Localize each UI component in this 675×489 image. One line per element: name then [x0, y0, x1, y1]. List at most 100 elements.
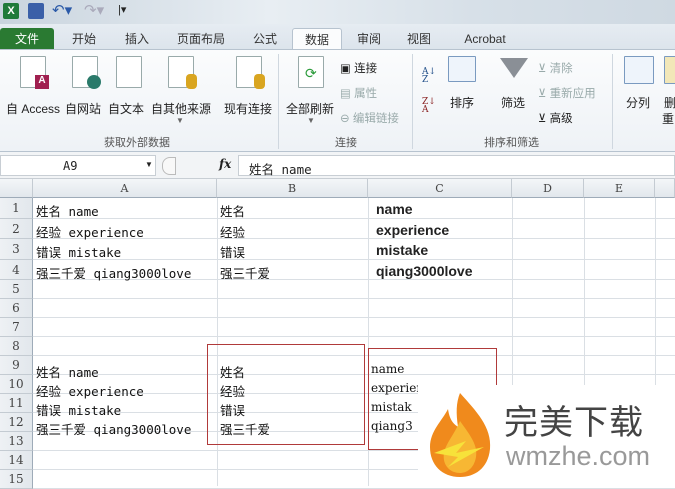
cell-a10[interactable]: 经验 experience [36, 381, 144, 400]
properties-button[interactable]: ▤ 属性 [340, 85, 377, 101]
splitter-handle[interactable] [162, 157, 176, 175]
cell-c1[interactable]: name [376, 201, 413, 217]
redo-icon[interactable]: ↷▾ [84, 1, 104, 19]
properties-label: 属性 [354, 88, 378, 100]
clear-button[interactable]: ⊻ 清除 [538, 60, 573, 76]
row-header-4[interactable]: 4 [0, 259, 33, 280]
existing-connection-icon [236, 56, 265, 89]
remove-duplicates-label: 重 [662, 112, 675, 126]
column-header-d[interactable]: D [512, 179, 584, 198]
row-header-1[interactable]: 1 [0, 198, 33, 219]
refresh-icon: ⟳ [298, 56, 324, 88]
row-header-12[interactable]: 12 [0, 413, 33, 432]
row-header-13[interactable]: 13 [0, 432, 33, 451]
name-box-value: A9 [63, 159, 78, 173]
cell-a2[interactable]: 经验 experience [36, 222, 144, 241]
cell-a3[interactable]: 错误 mistake [36, 242, 121, 261]
sort-a-z-icon[interactable]: A↓ Z [422, 68, 436, 85]
row-header-14[interactable]: 14 [0, 451, 33, 470]
cell-c3[interactable]: mistake [376, 242, 428, 258]
cell-b2[interactable]: 经验 [220, 222, 245, 241]
row-header-8[interactable]: 8 [0, 337, 33, 356]
customize-icon[interactable]: |▾ [118, 3, 126, 16]
fx-icon[interactable]: fx [219, 157, 231, 171]
row-header-6[interactable]: 6 [0, 299, 33, 318]
link-icon: ⊖ [340, 113, 350, 125]
column-header-c[interactable]: C [368, 179, 512, 198]
remove-duplicates-button[interactable]: 删 [664, 94, 675, 111]
tab-home[interactable]: 开始 [62, 28, 106, 50]
undo-icon[interactable]: ↶▾ [52, 1, 72, 19]
tab-data[interactable]: 数据 [292, 28, 342, 50]
excel-icon: X [3, 3, 19, 19]
formula-value: 姓名 name [249, 162, 312, 177]
from-web-button[interactable]: 自网站 [65, 100, 101, 117]
clear-filter-icon: ⊻ [538, 63, 547, 75]
gridline [33, 317, 675, 318]
advanced-button[interactable]: ⊻ 高级 [538, 110, 573, 126]
save-icon[interactable] [28, 3, 44, 19]
filter-button[interactable]: 筛选 [501, 94, 525, 111]
cell-c4[interactable]: qiang3000love [376, 263, 473, 279]
cell-a11[interactable]: 错误 mistake [36, 400, 121, 419]
advanced-filter-icon: ⊻ [538, 113, 547, 125]
advanced-label: 高级 [549, 113, 573, 125]
tab-formulas[interactable]: 公式 [244, 28, 286, 50]
column-header-f[interactable] [655, 179, 675, 198]
connections-button[interactable]: ▣ 连接 [340, 60, 377, 76]
cell-b1[interactable]: 姓名 [220, 201, 245, 220]
cell-a1[interactable]: 姓名 name [36, 201, 99, 220]
formula-bar: A9 ▼ fx 姓名 name [0, 152, 675, 179]
row-header-5[interactable]: 5 [0, 280, 33, 299]
refresh-all-button[interactable]: 全部刷新 [286, 100, 334, 117]
row-header-9[interactable]: 9 [0, 356, 33, 375]
column-header-e[interactable]: E [584, 179, 655, 198]
column-header-b[interactable]: B [217, 179, 368, 198]
chevron-down-icon: ▼ [176, 116, 184, 125]
cell-a12[interactable]: 强三千爱 qiang3000love [36, 419, 191, 438]
tab-insert[interactable]: 插入 [116, 28, 158, 50]
from-other-sources-button[interactable]: 自其他来源 [151, 100, 211, 117]
text-to-columns-button[interactable]: 分列 [626, 94, 650, 111]
from-text-button[interactable]: 自文本 [108, 100, 144, 117]
row-header-2[interactable]: 2 [0, 218, 33, 239]
web-icon [72, 56, 101, 89]
cell-a4[interactable]: 强三千爱 qiang3000love [36, 263, 191, 282]
tab-acrobat[interactable]: Acrobat [452, 28, 518, 50]
row-header-7[interactable]: 7 [0, 318, 33, 337]
watermark: 完美下载 wmzhe.com [418, 385, 675, 486]
sort-button[interactable]: 排序 [450, 94, 474, 111]
from-access-button[interactable]: 自 Access [6, 100, 60, 117]
cell-b3[interactable]: 错误 [220, 242, 245, 261]
connections-label: 连接 [354, 63, 378, 75]
tab-view[interactable]: 视图 [398, 28, 440, 50]
reapply-button[interactable]: ⊻ 重新应用 [538, 85, 596, 101]
name-box[interactable]: A9 ▼ [0, 155, 156, 176]
formula-input[interactable]: 姓名 name [238, 155, 675, 177]
tab-review[interactable]: 审阅 [348, 28, 390, 50]
select-all-corner[interactable] [0, 179, 33, 198]
edit-links-button[interactable]: ⊖ 编辑链接 [340, 110, 399, 126]
database-icon [168, 56, 197, 89]
gridline [33, 298, 675, 299]
sort-z-a-icon[interactable]: Z↓ A [422, 98, 436, 115]
tab-page-layout[interactable]: 页面布局 [168, 28, 234, 50]
column-header-a[interactable]: A [33, 179, 217, 198]
chevron-down-icon: ▼ [307, 116, 315, 125]
row-header-3[interactable]: 3 [0, 239, 33, 260]
row-header-10[interactable]: 10 [0, 375, 33, 394]
chevron-down-icon[interactable]: ▼ [145, 160, 153, 169]
row-header-15[interactable]: 15 [0, 470, 33, 489]
cell-a9[interactable]: 姓名 name [36, 362, 99, 381]
group-label-connections: 连接 [335, 137, 357, 149]
sort-icon [448, 56, 476, 82]
gridline [33, 336, 675, 337]
gridline [33, 217, 675, 219]
cell-c2[interactable]: experience [376, 222, 449, 238]
text-file-icon [116, 56, 142, 88]
cell-b4[interactable]: 强三千爱 [220, 263, 270, 282]
filter-icon [500, 58, 528, 78]
row-header-11[interactable]: 11 [0, 394, 33, 413]
tab-file[interactable]: 文件 [0, 28, 54, 50]
existing-connections-button[interactable]: 现有连接 [224, 100, 272, 117]
